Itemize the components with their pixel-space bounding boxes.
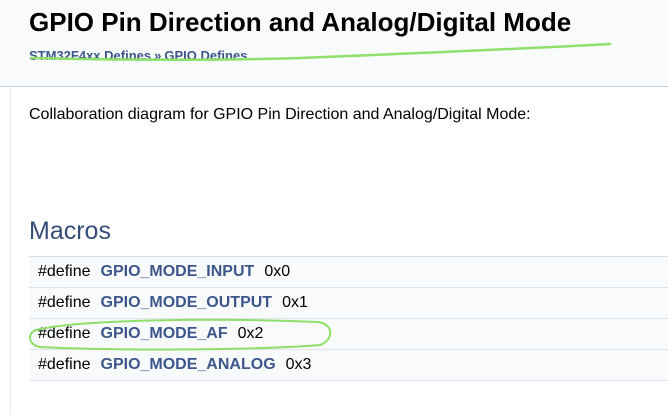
macro-value: 0x3	[285, 356, 312, 373]
define-keyword: #define	[38, 294, 91, 311]
macros-heading: Macros	[29, 217, 111, 245]
macro-link-gpio-mode-input[interactable]: GPIO_MODE_INPUT	[101, 263, 255, 280]
macro-value: 0x2	[237, 325, 264, 342]
page-header: GPIO Pin Direction and Analog/Digital Mo…	[0, 0, 668, 87]
macro-cell: #define GPIO_MODE_AF 0x2	[29, 319, 668, 350]
macro-row-gpio-mode-output: #define GPIO_MODE_OUTPUT 0x1	[29, 287, 668, 319]
macro-cell: #define GPIO_MODE_INPUT 0x0	[29, 257, 668, 288]
macro-row-gpio-mode-input: #define GPIO_MODE_INPUT 0x0	[29, 256, 668, 288]
macro-cell: #define GPIO_MODE_OUTPUT 0x1	[29, 288, 668, 319]
breadcrumb: STM32F4xx Defines» GPIO Defines	[29, 48, 247, 63]
define-keyword: #define	[38, 325, 91, 342]
macro-link-gpio-mode-af[interactable]: GPIO_MODE_AF	[101, 325, 228, 342]
page-title: GPIO Pin Direction and Analog/Digital Mo…	[29, 7, 572, 37]
macro-row-gpio-mode-af: #define GPIO_MODE_AF 0x2	[29, 318, 668, 350]
define-keyword: #define	[38, 356, 91, 373]
macro-row-gpio-mode-analog: #define GPIO_MODE_ANALOG 0x3	[29, 349, 668, 381]
define-keyword: #define	[38, 263, 91, 280]
macro-value: 0x0	[264, 263, 291, 280]
macro-link-gpio-mode-analog[interactable]: GPIO_MODE_ANALOG	[101, 356, 276, 373]
breadcrumb-link-stm32f4xx-defines[interactable]: STM32F4xx Defines	[29, 48, 151, 63]
macro-value: 0x1	[282, 294, 308, 311]
macro-link-gpio-mode-output[interactable]: GPIO_MODE_OUTPUT	[101, 294, 273, 311]
macros-table: #define GPIO_MODE_INPUT 0x0 #define GPIO_MO…	[29, 256, 668, 381]
left-border	[10, 86, 11, 415]
breadcrumb-separator: »	[154, 48, 162, 63]
collaboration-diagram-caption: Collaboration diagram for GPIO Pin Direc…	[29, 106, 531, 123]
breadcrumb-link-gpio-defines[interactable]: GPIO Defines	[164, 48, 247, 63]
macro-cell: #define GPIO_MODE_ANALOG 0x3	[29, 350, 668, 381]
